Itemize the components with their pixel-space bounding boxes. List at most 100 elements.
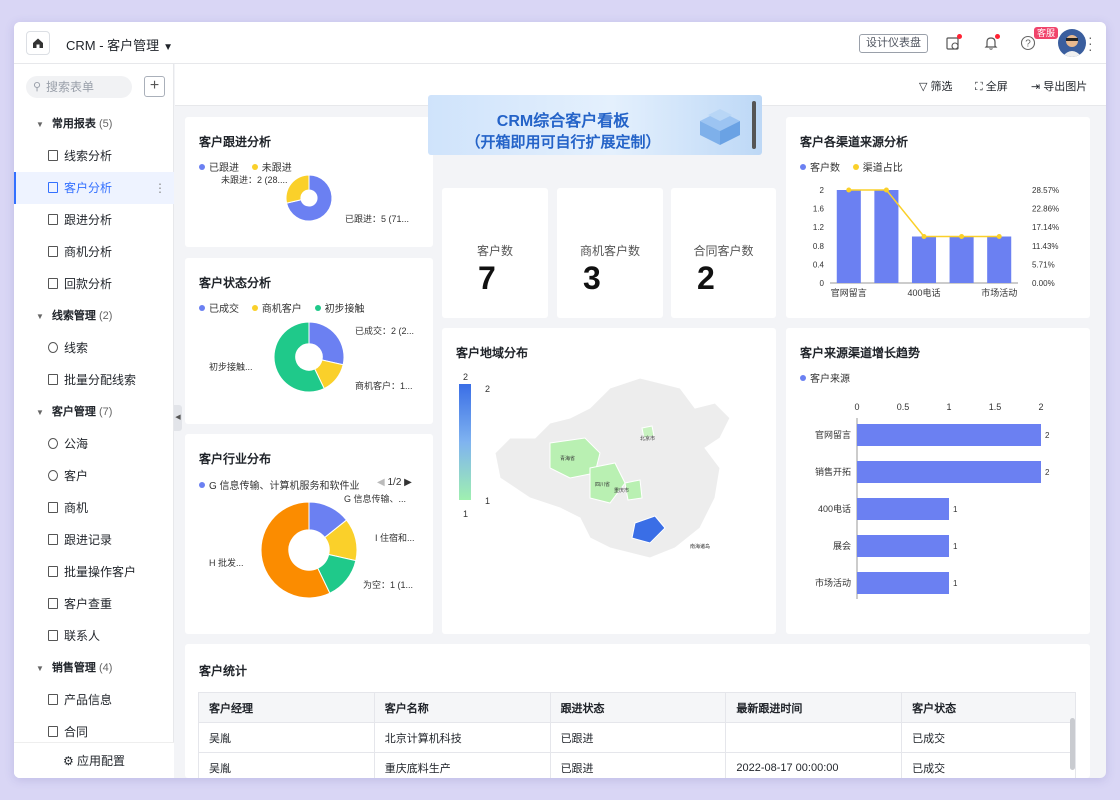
prev-page-icon[interactable]: ◀ [377, 477, 385, 488]
sidebar-item-batch-assign-leads[interactable]: 批量分配线索 [14, 364, 174, 396]
column-header[interactable]: 跟进状态 [549, 692, 727, 723]
sidebar-item-label: 线索 [64, 341, 89, 355]
sidebar-item-followup-analysis[interactable]: 跟进分析 [14, 204, 174, 236]
sidebar-item-label: 跟进分析 [64, 213, 113, 227]
column-header[interactable]: 客户名称 [373, 692, 551, 723]
table-row[interactable]: 吴胤 重庆底料生产 已跟进 2022-08-17 00:00:00 已成交 [198, 752, 1076, 778]
sidebar-item-opportunities[interactable]: 商机 [14, 492, 174, 524]
y2-tick-label: 22.86% [1032, 205, 1059, 214]
china-map[interactable]: 青海省 四川省 重庆市 北京市 南海诸岛 [490, 368, 770, 568]
filter-button[interactable]: ▽ 筛选 [919, 78, 953, 94]
y-tick-label: 1.6 [813, 205, 825, 214]
table-cell: 已成交 [901, 752, 1076, 778]
column-header[interactable]: 客户经理 [198, 692, 375, 723]
table-cell: 已跟进 [549, 752, 727, 778]
bar[interactable] [857, 461, 1041, 483]
app-title: CRM - 客户管理 [66, 38, 160, 53]
visualmap-scale[interactable] [456, 384, 474, 504]
sidebar-item-contacts[interactable]: 联系人 [14, 620, 174, 652]
legend-item[interactable]: 商机客户 [251, 304, 302, 315]
sidebar-item-public-pool[interactable]: 公海 [14, 428, 174, 460]
nav-group-label: 客户管理 [51, 406, 96, 418]
line-point[interactable] [883, 187, 889, 193]
report-icon [48, 150, 58, 161]
y2-tick-label: 17.14% [1032, 223, 1059, 232]
next-page-icon[interactable]: ▶ [404, 477, 412, 488]
legend-item[interactable]: 初步接触 [314, 304, 365, 315]
line-point[interactable] [846, 187, 852, 193]
caret-down-icon: ▼ [36, 664, 44, 673]
y2-tick-label: 5.71% [1032, 260, 1055, 269]
sidebar-item-batch-customers[interactable]: 批量操作客户 [14, 556, 174, 588]
sidebar-item-duplicate-check[interactable]: 客户查重 [14, 588, 174, 620]
app-switcher[interactable]: CRM - 客户管理 ▼ [66, 35, 173, 54]
bar[interactable] [836, 190, 861, 283]
bar[interactable] [949, 236, 974, 284]
notification-dot [957, 34, 962, 39]
column-header[interactable]: 客户状态 [901, 692, 1076, 723]
legend-item[interactable]: 已成交 [199, 304, 239, 315]
more-icon[interactable]: · · · [1088, 30, 1093, 56]
column-header[interactable]: 最新跟进时间 [725, 692, 903, 723]
pie-label: G 信息传输、... [344, 494, 407, 504]
search-input[interactable]: ⚲ 搜索表单 [26, 76, 132, 98]
sidebar-item-opportunity-analysis[interactable]: 商机分析 [14, 236, 174, 268]
notification-button[interactable] [980, 32, 1002, 54]
sidebar-item-followup-records[interactable]: 跟进记录 [14, 524, 174, 556]
region-label: 南海诸岛 [690, 543, 710, 550]
line-point[interactable] [996, 233, 1002, 239]
legend-label: 初步接触 [324, 304, 365, 315]
pie-slice[interactable] [285, 174, 310, 204]
sidebar-item-customers[interactable]: 客户 [14, 460, 174, 492]
nav-group-common-reports[interactable]: ▼ 常用报表 (5) [14, 108, 174, 140]
sidebar-item-products[interactable]: 产品信息 [14, 684, 174, 716]
nav-group-sales-management[interactable]: ▼ 销售管理 (4) [14, 652, 174, 684]
legend-item[interactable]: G 信息传输、计算机服务和软件业 [199, 481, 360, 492]
sidebar-item-leads[interactable]: 线索 [14, 332, 174, 364]
report-icon [48, 374, 58, 385]
pie-label: 商机客户：1... [355, 381, 413, 391]
schedule-button[interactable] [942, 32, 964, 54]
more-vertical-icon[interactable]: ⋮ [154, 172, 166, 204]
add-form-button[interactable]: + [144, 76, 165, 97]
bar[interactable] [911, 236, 937, 284]
pie-slice[interactable] [308, 321, 345, 366]
sidebar-item-payment-analysis[interactable]: 回款分析 [14, 268, 174, 300]
chart-legend: 已成交 商机客户 初步接触 [199, 300, 375, 315]
support-badge[interactable]: 客服 [1034, 27, 1059, 39]
pie-label: 已跟进：5 (71... [345, 214, 410, 224]
design-dashboard-button[interactable]: 设计仪表盘 [859, 34, 928, 53]
search-placeholder: 搜索表单 [46, 80, 95, 94]
fullscreen-button[interactable]: ⛶ 全屏 [975, 78, 1008, 94]
bar[interactable] [857, 424, 1041, 446]
export-icon: ⇥ [1031, 81, 1041, 93]
avatar[interactable] [1058, 29, 1086, 57]
sidebar-collapse-handle[interactable]: ◀ [174, 405, 182, 431]
sidebar-item-lead-analysis[interactable]: 线索分析 [14, 140, 174, 172]
export-image-button[interactable]: ⇥ 导出图片 [1031, 78, 1087, 94]
sidebar-item-label: 产品信息 [64, 693, 113, 707]
nav-group-lead-management[interactable]: ▼ 线索管理 (2) [14, 300, 174, 332]
home-button[interactable] [26, 31, 50, 55]
banner-scrollbar[interactable] [752, 101, 756, 149]
bar[interactable] [857, 498, 949, 520]
sidebar-item-label: 跟进记录 [64, 533, 113, 547]
bar[interactable] [857, 535, 949, 557]
report-icon [48, 502, 58, 513]
table-row[interactable]: 吴胤 北京计算机科技 已跟进 已成交 [198, 722, 1076, 753]
line-point[interactable] [959, 233, 965, 239]
bar[interactable] [987, 236, 1012, 284]
y-tick-label: 0.8 [813, 242, 825, 251]
nav-group-label: 线索管理 [51, 310, 96, 322]
legend-label: 商机客户 [261, 304, 302, 315]
sidebar-item-customer-analysis[interactable]: 客户分析 ⋮ [14, 172, 174, 204]
line-point[interactable] [921, 233, 927, 239]
app-config-button[interactable]: ⚙ 应用配置 [14, 742, 174, 778]
bar[interactable] [857, 572, 949, 594]
bar[interactable] [874, 190, 899, 283]
nav-group-customer-management[interactable]: ▼ 客户管理 (7) [14, 396, 174, 428]
table-scrollbar[interactable] [1070, 718, 1075, 770]
fullscreen-icon: ⛶ [975, 81, 983, 93]
report-icon [48, 182, 58, 193]
nav-group-label: 销售管理 [51, 662, 96, 674]
